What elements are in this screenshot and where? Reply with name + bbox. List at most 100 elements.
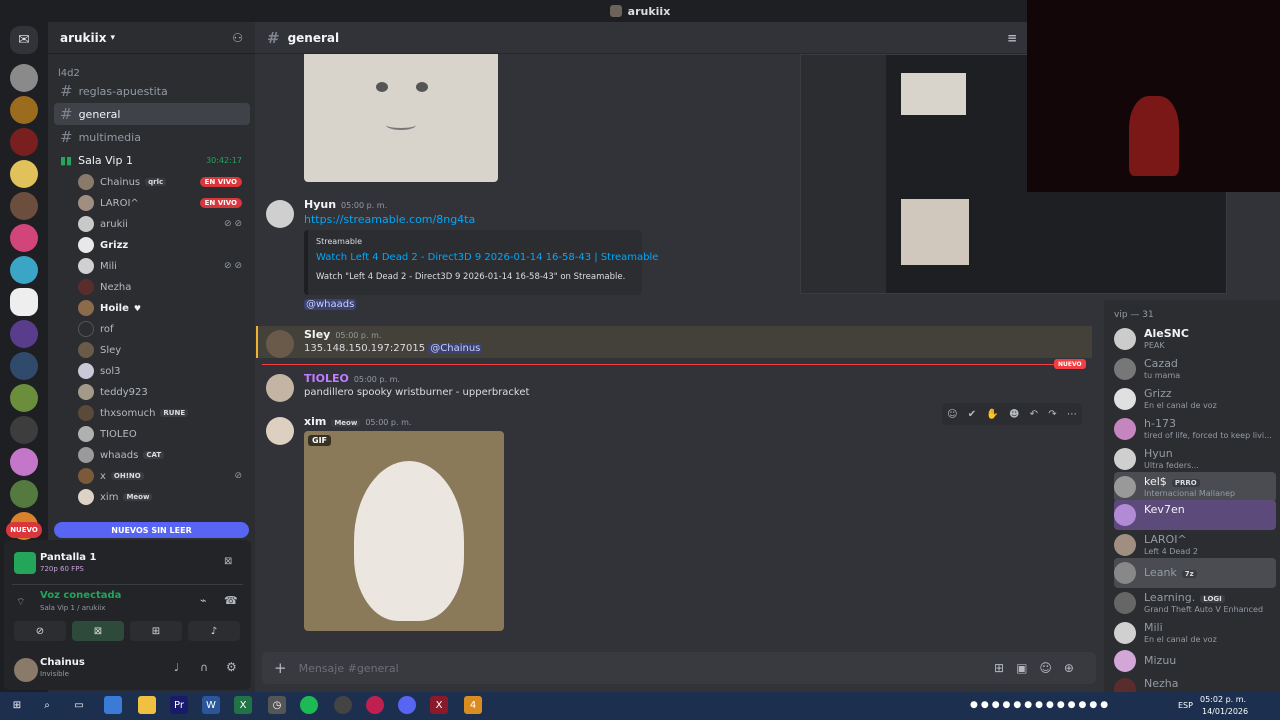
webcam-stream[interactable] — [1027, 0, 1280, 192]
activities-button[interactable]: ⊞ — [130, 621, 182, 641]
member-item[interactable]: Mili En el canal de voz — [1114, 618, 1276, 648]
app-icon[interactable] — [366, 696, 384, 714]
voice-connected-label[interactable]: Voz conectada — [40, 590, 121, 601]
voice-user[interactable]: whaads CAT — [78, 445, 250, 465]
server-header[interactable]: arukiix ▾ ⚇ — [48, 22, 255, 54]
server-icon[interactable] — [10, 256, 38, 284]
server-icon[interactable] — [10, 96, 38, 124]
category-label[interactable]: l4d2 — [58, 68, 80, 79]
voice-user[interactable]: Grizz — [78, 235, 250, 255]
voice-user[interactable]: TIOLEO — [78, 424, 250, 444]
voice-user[interactable]: x OH!NO ⊘ — [78, 466, 250, 486]
member-item[interactable]: h-173 tired of life, forced to keep livi.… — [1114, 414, 1276, 444]
voice-user[interactable]: Chainus qrlc EN VIVO — [78, 172, 250, 192]
voice-user[interactable]: arukii ⊘ ⊘ — [78, 214, 250, 234]
channel-multimedia[interactable]: # multimedia — [54, 126, 250, 148]
search-icon[interactable]: ⌕ — [38, 696, 56, 714]
wave-icon[interactable]: ✋ — [986, 409, 998, 420]
message-link[interactable]: https://streamable.com/8ng4ta — [304, 213, 475, 226]
clock-app-icon[interactable]: ◷ — [268, 696, 286, 714]
embed-title[interactable]: Watch Left 4 Dead 2 - Direct3D 9 2026-01… — [316, 252, 658, 263]
member-item[interactable]: Hyun Ultra feders... — [1114, 444, 1276, 474]
member-item[interactable]: kel$ PRRO Internacional Mallanep — [1114, 472, 1276, 502]
gear-icon[interactable]: ⚙ — [226, 660, 237, 674]
channel-general[interactable]: # general — [54, 103, 250, 125]
reply-icon[interactable]: ↶ — [1030, 409, 1038, 420]
mic-icon[interactable]: ♩ — [174, 661, 179, 674]
voice-user[interactable]: teddy923 — [78, 382, 250, 402]
avatar[interactable] — [266, 417, 294, 445]
app-icon[interactable] — [104, 696, 122, 714]
steam-icon[interactable] — [334, 696, 352, 714]
mention[interactable]: @Chainus — [428, 343, 483, 354]
voice-user[interactable]: Mili ⊘ ⊘ — [78, 256, 250, 276]
cat-image[interactable] — [304, 54, 498, 182]
avatar[interactable] — [266, 200, 294, 228]
soundboard-button[interactable]: ♪ — [188, 621, 240, 641]
voice-user[interactable]: sol3 — [78, 361, 250, 381]
voice-channel[interactable]: ▮▮ Sala Vip 1 30:42:17 — [54, 149, 250, 171]
member-item[interactable]: AleSNC PEAK — [1114, 324, 1276, 354]
voice-user[interactable]: Sley — [78, 340, 250, 360]
message-author[interactable]: TIOLEO 05:00 p. m. — [304, 372, 400, 385]
server-icon[interactable] — [10, 192, 38, 220]
premiere-icon[interactable]: Pr — [170, 696, 188, 714]
word-icon[interactable]: W — [202, 696, 220, 714]
excel-icon[interactable]: X — [234, 696, 252, 714]
l4d2-icon[interactable]: 4 — [464, 696, 482, 714]
add-reaction-icon[interactable]: ☻ — [1009, 409, 1019, 420]
voice-user[interactable]: rof — [78, 319, 250, 339]
mention[interactable]: @whaads — [304, 299, 357, 310]
gif-image[interactable]: GIF — [304, 431, 504, 631]
server-icon[interactable] — [10, 128, 38, 156]
add-user-icon[interactable]: ⚇ — [232, 31, 243, 45]
disconnect-icon[interactable]: ☎ — [224, 594, 238, 607]
threads-icon[interactable]: ≡ — [1007, 31, 1017, 45]
camera-off-button[interactable]: ⊘ — [14, 621, 66, 641]
stop-stream-icon[interactable]: ⊠ — [224, 556, 232, 567]
task-view-icon[interactable]: ▭ — [70, 696, 88, 714]
member-item[interactable]: Mizuu — [1114, 646, 1276, 676]
avatar[interactable] — [14, 658, 38, 682]
noise-suppression-icon[interactable]: ⌁ — [200, 594, 207, 607]
message-author[interactable]: Hyun 05:00 p. m. — [304, 198, 387, 211]
server-icon[interactable] — [10, 448, 38, 476]
avatar[interactable] — [266, 374, 294, 402]
share-screen-button[interactable]: ⊠ — [72, 621, 124, 641]
message-composer[interactable]: + Mensaje #general ⊞▣☺⊕ — [262, 652, 1096, 684]
server-icon[interactable] — [10, 480, 38, 508]
server-icon[interactable] — [10, 320, 38, 348]
spotify-icon[interactable] — [300, 696, 318, 714]
avatar[interactable] — [266, 330, 294, 358]
server-icon[interactable] — [10, 352, 38, 380]
discord-icon[interactable] — [398, 696, 416, 714]
folder-icon[interactable] — [138, 696, 156, 714]
server-icon[interactable] — [10, 64, 38, 92]
voice-user[interactable]: thxsomuch RUNE — [78, 403, 250, 423]
member-item[interactable]: Learning. LOGI Grand Theft Auto V Enhanced — [1114, 588, 1276, 618]
member-item[interactable]: Kev7en — [1114, 500, 1276, 530]
message-author[interactable]: Sley 05:00 p. m. — [304, 328, 381, 341]
voice-user[interactable]: LAROI^ EN VIVO — [78, 193, 250, 213]
server-icon-active[interactable] — [10, 288, 38, 316]
plus-icon[interactable]: + — [274, 659, 287, 677]
clock-time[interactable]: 05:02 p. m. — [1200, 695, 1246, 704]
unread-banner[interactable]: NUEVOS SIN LEER — [54, 522, 249, 538]
server-icon[interactable] — [10, 384, 38, 412]
language-indicator[interactable]: ESP — [1178, 701, 1193, 710]
voice-user[interactable]: Hoile ♥ — [78, 298, 250, 318]
app-icon[interactable]: X — [430, 696, 448, 714]
more-icon[interactable]: ⋯ — [1067, 409, 1077, 420]
checkmark-icon[interactable]: ✔ — [968, 409, 976, 420]
composer-actions-icon[interactable]: ⊞▣☺⊕ — [994, 661, 1086, 675]
member-item[interactable]: Grizz En el canal de voz — [1114, 384, 1276, 414]
server-icon[interactable] — [10, 160, 38, 188]
windows-start-icon[interactable]: ⊞ — [8, 696, 26, 714]
server-icon[interactable] — [10, 224, 38, 252]
voice-user[interactable]: xim Meow — [78, 487, 250, 507]
member-item[interactable]: Cazad tu mama — [1114, 354, 1276, 384]
server-icon[interactable] — [10, 416, 38, 444]
message-author[interactable]: xim Meow 05:00 p. m. — [304, 415, 411, 428]
member-item[interactable]: Leank 7z — [1114, 558, 1276, 588]
discord-home-icon[interactable]: ✉ — [10, 26, 38, 54]
